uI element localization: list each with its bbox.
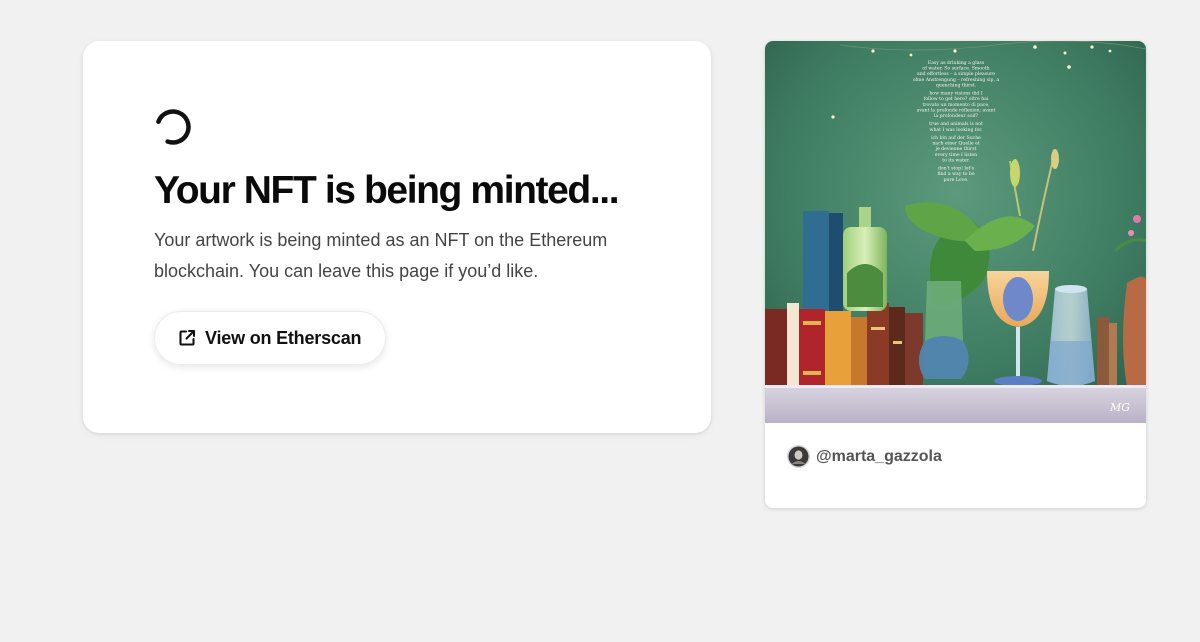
poem-line: ohne Anstrengung – refreshing sip, a (913, 77, 1000, 83)
poem-line: every time I listen (935, 152, 977, 158)
artist-handle[interactable]: @marta_gazzola (816, 448, 942, 466)
poem-line: what I was looking for. (930, 127, 983, 133)
minting-status-card: Your NFT is being minted... Your artwork… (83, 41, 711, 433)
avatar[interactable] (787, 445, 810, 468)
poem-line: find a way to be (937, 171, 974, 177)
loading-spinner-icon (155, 109, 191, 145)
poem-line: true and animals is not (929, 121, 983, 127)
poem-line: and effortless – a simple pleasure (917, 71, 995, 77)
poem-line: to its water. (942, 157, 970, 163)
mint-status-page: Your NFT is being minted... Your artwork… (0, 0, 1200, 642)
poem-line: Easy as drinking a glass (928, 60, 985, 66)
poem-line: la profondeur soif? (934, 113, 979, 119)
artwork-signature: MG (1109, 401, 1130, 414)
view-on-etherscan-button[interactable]: View on Etherscan (154, 311, 387, 365)
poem-line: how many visions did I (929, 91, 982, 97)
poem-line: nach einer Quelle et (932, 141, 979, 147)
status-description: Your artwork is being minted as an NFT o… (154, 230, 608, 281)
artist-row[interactable]: @marta_gazzola (787, 445, 942, 468)
artwork-card[interactable]: Easy as drinking a glass of water. So sur… (765, 41, 1146, 508)
etherscan-button-label: View on Etherscan (205, 327, 362, 348)
poem-line: ich bin auf der Suche (931, 135, 981, 141)
poem-line: quenching thirst. (936, 82, 977, 88)
external-link-icon (179, 329, 196, 346)
poem-line: of water. So surface. Smooth (922, 66, 989, 72)
poem-line: avant la profonde réflexion; avant (917, 106, 996, 113)
poem-line: je devienne thirst (935, 146, 977, 152)
poem-line: pure Love. (944, 177, 969, 183)
poem-line: follow to get here? oltre hai (924, 96, 989, 102)
poem-line: don't stop! let's (938, 166, 975, 172)
artwork-image[interactable]: Easy as drinking a glassof water. So sur… (765, 41, 1146, 423)
page-title: Your NFT is being minted... (154, 169, 620, 212)
poem-line: trovato un momento di pace, (922, 102, 990, 108)
